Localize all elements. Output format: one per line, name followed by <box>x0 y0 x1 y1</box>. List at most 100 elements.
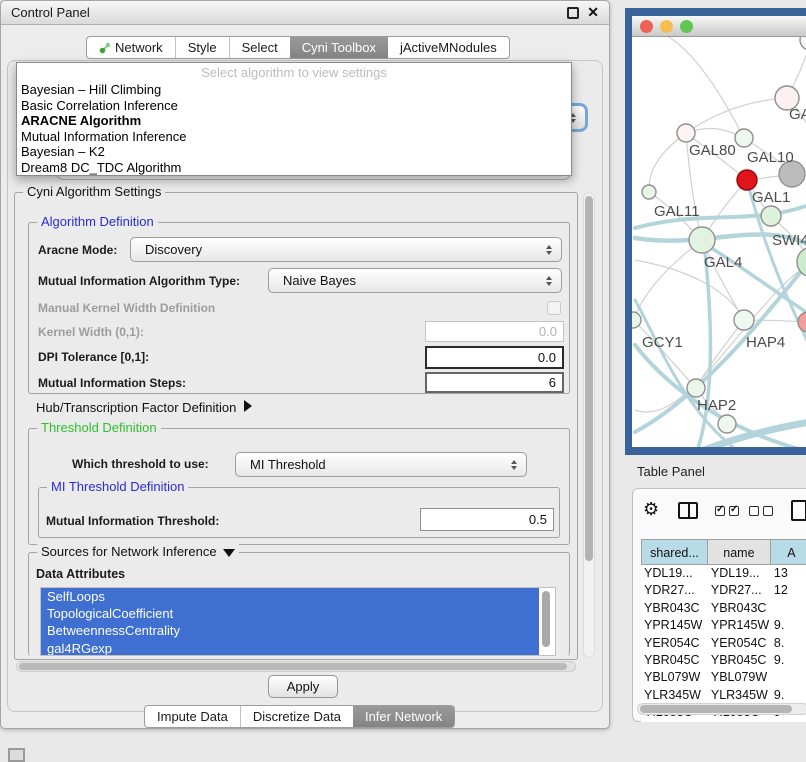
cyni-bottom-tabs: Impute Data Discretize DataInfer Network <box>144 705 455 728</box>
network-edge <box>686 98 787 133</box>
algorithm-option[interactable]: Mutual Information Inference <box>17 129 571 145</box>
document-icon[interactable] <box>791 500 806 521</box>
network-window-titlebar[interactable] <box>632 16 806 37</box>
table-row[interactable]: YBR043CYBR043C <box>641 600 806 617</box>
node-label[interactable]: GAL4 <box>704 254 742 271</box>
tab-label: Impute Data <box>157 706 228 727</box>
horizontal-scrollbar[interactable] <box>16 661 576 672</box>
table-cell: YPR145W <box>641 617 708 634</box>
vertical-scrollbar[interactable] <box>583 192 595 658</box>
select-all-icon[interactable] <box>715 506 739 516</box>
node-label[interactable]: GAL10 <box>747 149 794 166</box>
node-label[interactable]: GAL1 <box>752 189 790 206</box>
tab-infer-network[interactable]: Infer Network <box>353 706 454 727</box>
table-row[interactable]: YPR145WYPR145W9. <box>641 617 806 634</box>
tab-network[interactable]: Network <box>87 37 175 58</box>
network-node[interactable] <box>735 129 753 147</box>
hub-definition-toggle[interactable]: Hub/Transcription Factor Definition <box>36 400 252 415</box>
network-node[interactable] <box>798 312 806 332</box>
algorithm-option[interactable]: Dream8 DC_TDC Algorithm <box>17 160 571 176</box>
which-threshold-select[interactable]: MI Threshold <box>235 452 527 477</box>
node-label[interactable]: GAL11 <box>654 203 700 220</box>
deselect-all-icon[interactable] <box>749 506 773 516</box>
control-panel-titlebar[interactable]: Control Panel ✕ <box>1 1 609 25</box>
network-edge <box>696 320 744 388</box>
tab-label: Cyni Toolbox <box>302 37 376 58</box>
tab-discretize-data[interactable]: Discretize Data <box>240 706 353 727</box>
data-attributes-list[interactable]: SelfLoopsTopologicalCoefficientBetweenne… <box>40 587 556 656</box>
data-attribute-item[interactable]: SelfLoops <box>41 588 539 605</box>
column-header-A[interactable]: A <box>771 539 806 565</box>
tab-select[interactable]: Select <box>229 37 290 58</box>
network-node[interactable] <box>687 379 705 397</box>
tab-label: Select <box>242 37 278 58</box>
minimized-panel-icon[interactable] <box>8 748 25 762</box>
expanded-arrow-icon <box>223 549 235 557</box>
dpi-tolerance-field[interactable]: 0.0 <box>425 346 564 369</box>
mi-threshold-field[interactable]: 0.5 <box>420 508 554 531</box>
algorithm-option[interactable]: Bayesian – K2 <box>17 144 571 160</box>
node-label[interactable]: SWI4 <box>772 232 806 249</box>
manual-kernel-label: Manual Kernel Width Definition <box>38 301 215 315</box>
table-horizontal-scrollbar[interactable] <box>637 703 806 715</box>
node-label[interactable]: GAL80 <box>689 142 736 159</box>
node-label[interactable]: HAP4 <box>746 334 785 351</box>
data-attribute-item[interactable]: gal4RGexp <box>41 640 539 656</box>
node-table[interactable]: shared...nameAYDL19...YDL19...13YDR27...… <box>641 539 806 722</box>
mi-steps-field[interactable]: 6 <box>425 372 564 393</box>
tab-impute-data[interactable]: Impute Data <box>145 706 240 727</box>
network-node[interactable] <box>632 312 641 328</box>
tab-jactivemnodules[interactable]: jActiveMNodules <box>388 37 509 58</box>
close-traffic-light[interactable] <box>640 20 653 33</box>
algorithm-option[interactable]: ARACNE Algorithm <box>17 113 571 129</box>
table-toolbar: ⚙ <box>633 497 806 527</box>
algorithm-dropdown-popup: Select algorithm to view settings Bayesi… <box>16 62 572 176</box>
network-node[interactable] <box>718 415 736 433</box>
network-node[interactable] <box>677 124 695 142</box>
close-icon[interactable]: ✕ <box>587 4 599 21</box>
table-row[interactable]: YBL079WYBL079W <box>641 669 806 686</box>
tab-cyni-toolbox[interactable]: Cyni Toolbox <box>290 37 388 58</box>
float-window-icon[interactable] <box>567 7 579 19</box>
network-node[interactable] <box>642 185 656 199</box>
minimize-traffic-light[interactable] <box>660 20 673 33</box>
algorithm-option[interactable]: Basic Correlation Inference <box>17 98 571 114</box>
list-scrollbar[interactable] <box>541 590 551 652</box>
mi-type-value: Naive Bayes <box>283 269 356 292</box>
algorithm-option[interactable]: Bayesian – Hill Climbing <box>17 82 571 98</box>
split-columns-icon[interactable] <box>678 502 698 519</box>
sources-toggle[interactable]: Sources for Network Inference <box>37 544 239 559</box>
mi-algorithm-type-select[interactable]: Naive Bayes <box>268 268 562 293</box>
network-node[interactable] <box>737 170 757 190</box>
which-threshold-label: Which threshold to use: <box>72 457 209 471</box>
column-header-shared[interactable]: shared... <box>641 539 708 565</box>
kernel-width-field[interactable]: 0.0 <box>425 321 564 342</box>
table-row[interactable]: YDL19...YDL19...13 <box>641 565 806 582</box>
network-node[interactable] <box>734 310 754 330</box>
node-label[interactable]: HAP2 <box>697 397 736 414</box>
table-cell: YPR145W <box>708 617 771 634</box>
table-cell <box>771 600 806 617</box>
node-label[interactable]: GCY1 <box>642 334 683 351</box>
network-node[interactable] <box>689 227 715 253</box>
gear-icon[interactable]: ⚙ <box>643 499 659 520</box>
mi-steps-label: Mutual Information Steps: <box>38 376 186 390</box>
apply-button[interactable]: Apply <box>268 675 338 698</box>
table-cell: 9. <box>771 617 806 634</box>
zoom-traffic-light[interactable] <box>680 20 693 33</box>
node-label[interactable]: GAL <box>789 106 806 123</box>
window-title: Control Panel <box>11 1 90 25</box>
manual-kernel-checkbox[interactable] <box>547 301 561 315</box>
network-canvas[interactable]: GALGAL80GAL10GAL1GAL11GAL4SWI4HAP4YGCY1H… <box>632 37 806 447</box>
column-header-name[interactable]: name <box>708 539 771 565</box>
network-node[interactable] <box>761 206 781 226</box>
data-attribute-item[interactable]: BetweennessCentrality <box>41 622 539 639</box>
table-row[interactable]: YLR345WYLR345W9. <box>641 687 806 704</box>
table-row[interactable]: YDR27...YDR27...12 <box>641 582 806 599</box>
tab-style[interactable]: Style <box>175 37 229 58</box>
table-row[interactable]: YBR045CYBR045C9. <box>641 652 806 669</box>
network-node[interactable] <box>800 37 806 50</box>
table-row[interactable]: YER054CYER054C8. <box>641 635 806 652</box>
aracne-mode-select[interactable]: Discovery <box>130 237 562 262</box>
data-attribute-item[interactable]: TopologicalCoefficient <box>41 605 539 622</box>
